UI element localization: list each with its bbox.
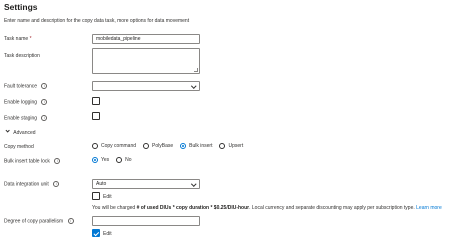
option-label: Bulk insert bbox=[189, 143, 213, 149]
radio-button[interactable] bbox=[180, 143, 187, 149]
info-icon[interactable]: i bbox=[67, 218, 74, 224]
charge-note-prefix: You will be charged bbox=[92, 205, 137, 211]
copy-method-option-upsert[interactable]: Upsert bbox=[219, 143, 243, 149]
option-label: Copy command bbox=[101, 143, 137, 149]
task-description-label: Task description bbox=[4, 53, 40, 59]
bulk-insert-table-lock-radio-group: Yes No bbox=[92, 157, 139, 163]
advanced-label: Advanced bbox=[13, 129, 36, 136]
radio-button[interactable] bbox=[116, 157, 123, 163]
required-marker: * bbox=[29, 36, 32, 42]
radio-button[interactable] bbox=[92, 143, 98, 149]
info-icon[interactable]: i bbox=[54, 158, 61, 164]
resize-grip-icon[interactable] bbox=[194, 68, 198, 72]
radio-button[interactable] bbox=[219, 143, 226, 149]
task-description-textarea[interactable] bbox=[92, 48, 200, 74]
chevron-down-icon bbox=[190, 180, 196, 186]
degree-of-copy-parallelism-label-text: Degree of copy parallelism bbox=[4, 218, 64, 225]
copy-method-option-copy-command[interactable]: Copy command bbox=[92, 143, 136, 149]
data-integration-unit-label-text: Data integration unit bbox=[4, 181, 49, 188]
fault-tolerance-label-text: Fault tolerance bbox=[4, 83, 38, 90]
option-label: No bbox=[125, 157, 132, 163]
option-label: Yes bbox=[101, 157, 110, 163]
charge-note: You will be charged # of used DIUs * cop… bbox=[92, 205, 442, 211]
copy-method-option-bulk-insert[interactable]: Bulk insert bbox=[180, 143, 212, 149]
copy-method-radio-group: Copy command PolyBase Bulk insert Upsert bbox=[92, 143, 250, 149]
option-label: PolyBase bbox=[152, 143, 174, 149]
chevron-down-icon bbox=[5, 128, 10, 133]
copy-method-label: Copy method bbox=[4, 144, 34, 150]
table-lock-option-yes[interactable]: Yes bbox=[92, 157, 109, 163]
copy-method-option-polybase[interactable]: PolyBase bbox=[143, 143, 173, 149]
charge-note-formula: # of used DIUs * copy duration * $0.25/D… bbox=[136, 205, 250, 211]
bulk-insert-table-lock-label-text: Bulk insert table lock bbox=[4, 158, 50, 165]
degree-of-copy-parallelism-edit-label: Edit bbox=[103, 231, 112, 237]
bulk-insert-table-lock-label: Bulk insert table lock i bbox=[4, 158, 61, 165]
info-icon[interactable]: i bbox=[41, 115, 48, 121]
advanced-toggle[interactable]: Advanced bbox=[4, 128, 36, 136]
charge-note-suffix: . Local currency and separate discountin… bbox=[249, 205, 417, 211]
degree-of-copy-parallelism-label: Degree of copy parallelism i bbox=[4, 218, 74, 225]
data-integration-unit-dropdown[interactable]: Auto bbox=[92, 179, 200, 189]
data-integration-unit-edit-checkbox[interactable] bbox=[92, 192, 100, 200]
chevron-down-icon bbox=[190, 82, 196, 88]
table-lock-option-no[interactable]: No bbox=[116, 157, 132, 163]
enable-staging-label-text: Enable staging bbox=[4, 115, 38, 122]
degree-of-copy-parallelism-input[interactable] bbox=[92, 216, 200, 226]
enable-logging-label-text: Enable logging bbox=[4, 99, 38, 106]
page-title: Settings bbox=[4, 2, 38, 12]
task-name-label-text: Task name bbox=[4, 36, 29, 42]
radio-button[interactable] bbox=[92, 157, 98, 163]
enable-staging-checkbox[interactable] bbox=[92, 112, 100, 120]
fault-tolerance-label: Fault tolerance i bbox=[4, 83, 48, 90]
task-name-input[interactable]: mobiledata_pipeline bbox=[92, 34, 200, 44]
degree-of-copy-parallelism-edit-checkbox[interactable] bbox=[92, 229, 100, 237]
radio-button[interactable] bbox=[143, 143, 150, 149]
learn-more-link[interactable]: Learn more bbox=[416, 205, 442, 211]
fault-tolerance-dropdown[interactable] bbox=[92, 81, 200, 91]
info-icon[interactable]: i bbox=[53, 181, 60, 187]
info-icon[interactable]: i bbox=[41, 99, 48, 105]
enable-logging-checkbox[interactable] bbox=[92, 97, 100, 105]
data-integration-unit-label: Data integration unit i bbox=[4, 181, 60, 188]
task-name-label: Task name * bbox=[4, 36, 32, 42]
enable-staging-label: Enable staging i bbox=[4, 115, 48, 122]
data-integration-unit-edit-label: Edit bbox=[103, 194, 112, 200]
data-integration-unit-value: Auto bbox=[96, 181, 107, 187]
enable-logging-label: Enable logging i bbox=[4, 99, 48, 106]
option-label: Upsert bbox=[228, 143, 244, 149]
page-description: Enter name and description for the copy … bbox=[4, 18, 190, 24]
info-icon[interactable]: i bbox=[41, 83, 48, 89]
